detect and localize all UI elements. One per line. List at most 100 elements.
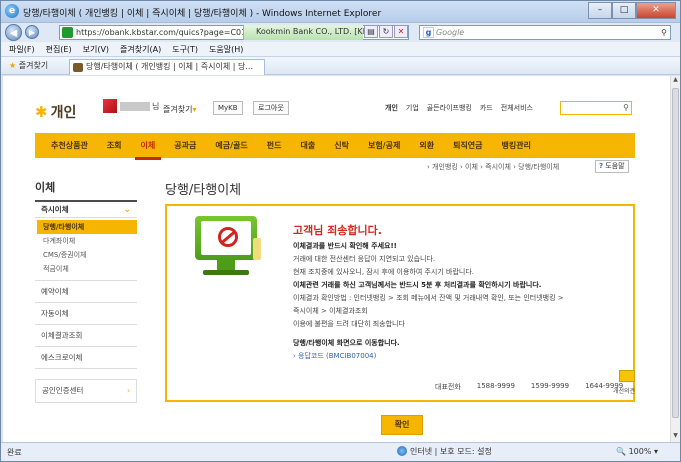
search-icon[interactable]: ⚲ [623, 103, 629, 112]
refresh-icon[interactable]: ↻ [379, 25, 393, 38]
minimize-button[interactable]: – [588, 2, 612, 19]
status-text: 완료 [7, 448, 22, 457]
top-nav: 개인 기업 골든라이프뱅킹 카드 전체서비스 [385, 103, 541, 113]
browser-tab[interactable]: 당행/타행이체 ( 개인뱅킹 | 이체 | 즉시이체 | 당... [69, 59, 265, 75]
topnav-personal[interactable]: 개인 [385, 103, 398, 113]
lnb-item-result[interactable]: 이체결과조회 [35, 325, 137, 347]
scroll-thumb[interactable] [672, 88, 679, 418]
zoom-level[interactable]: 🔍 100% ▾ [616, 447, 658, 456]
gnb-recommended[interactable]: 추천상품관 [51, 140, 88, 151]
help-button[interactable]: ? 도움말 [595, 160, 629, 173]
ie-logo-icon: e [5, 4, 19, 18]
favorites-bar: ★ 즐겨찾기 당행/타행이체 ( 개인뱅킹 | 이체 | 즉시이체 | 당... [1, 57, 680, 75]
search-input[interactable]: g Google ⚲ [419, 25, 671, 40]
logout-button[interactable]: 로그아웃 [253, 101, 289, 115]
favorites-button[interactable]: ★ 즐겨찾기 [9, 60, 48, 71]
lnb-item-auto[interactable]: 자동이체 [35, 303, 137, 325]
gnb-deposit-gold[interactable]: 예금/골드 [215, 140, 247, 151]
error-line: 거래에 대한 전산센터 응답이 지연되고 있습니다. [293, 255, 436, 263]
gnb-inquiry[interactable]: 조회 [107, 140, 122, 151]
gnb-transfer[interactable]: 이체 [134, 140, 161, 160]
error-line: 현재 조치중에 있사오니, 잠시 후에 이용하여 주시기 바랍니다. [293, 268, 475, 276]
tab-title: 당행/타행이체 ( 개인뱅킹 | 이체 | 즉시이체 | 당... [86, 62, 253, 71]
error-box: 고객님 죄송합니다. 이체결과를 반드시 확인해 주세요!! 거래에 대한 전산… [165, 204, 635, 402]
lnb-sub-multi-account[interactable]: 다계좌이체 [37, 234, 137, 248]
certificate-badge[interactable]: Kookmin Bank CO., LTD. [KR] [243, 25, 371, 40]
status-bar: 완료 인터넷 | 보호 모드: 설정 🔍 100% ▾ [1, 442, 680, 461]
scroll-down-icon[interactable]: ▼ [671, 432, 680, 442]
site-favicon-icon [73, 63, 83, 72]
lnb-sub-same-other-bank[interactable]: 당행/타행이체 [37, 220, 137, 234]
avatar [103, 99, 117, 113]
globe-icon [397, 446, 407, 456]
confirm-button[interactable]: 확인 [381, 415, 423, 435]
page-viewport: ✱ 개인 님 즐겨찾기▾ MyKB 로그아웃 개인 기업 골든라이프뱅킹 카드 전… [3, 76, 670, 442]
site-search-input[interactable]: ⚲ [560, 101, 632, 115]
topnav-all-services[interactable]: 전체서비스 [501, 103, 533, 113]
help-label: 도움말 [605, 162, 625, 170]
phone-label: 대표전화 [435, 383, 461, 391]
kb-logo[interactable]: ✱ 개인 [35, 102, 76, 122]
monitor-base [203, 270, 249, 275]
lnb-sub-savings[interactable]: 적금이체 [37, 262, 137, 276]
page-title: 당행/타행이체 [165, 183, 242, 198]
topnav-card[interactable]: 카드 [480, 103, 493, 113]
menu-tools[interactable]: 도구(T) [172, 44, 198, 55]
secure-lock-icon [62, 27, 73, 38]
lnb-sub-cms-securities[interactable]: CMS/증권이체 [37, 248, 137, 262]
topnav-business[interactable]: 기업 [406, 103, 419, 113]
forward-button[interactable]: ▶ [25, 25, 39, 39]
feedback-label[interactable]: 개선의견 [613, 386, 635, 395]
zone-label: 인터넷 | 보호 모드: 설정 [410, 447, 492, 456]
gnb-forex[interactable]: 외환 [419, 140, 434, 151]
prohibited-icon [218, 227, 238, 247]
fav-link-label: 즐겨찾기 [163, 105, 193, 114]
logo-text: 개인 [50, 105, 77, 121]
kb-star-icon: ✱ [35, 103, 48, 121]
lnb-group-label: 즉시이체 [41, 205, 69, 214]
gnb-loan[interactable]: 대출 [300, 140, 315, 151]
help-icon: ? [599, 162, 604, 170]
lnb-group-instant[interactable]: 즉시이체 ⌄ [35, 200, 137, 218]
menu-favorites[interactable]: 즐겨찾기(A) [120, 44, 161, 55]
back-button[interactable]: ◀ [5, 24, 22, 41]
gnb-banking-mgmt[interactable]: 뱅킹관리 [502, 140, 531, 151]
gnb-utility[interactable]: 공과금 [174, 140, 196, 151]
fav-link[interactable]: 즐겨찾기▾ [163, 104, 196, 115]
gnb-trust[interactable]: 신탁 [334, 140, 349, 151]
maximize-button[interactable]: □ [612, 2, 636, 19]
search-icon[interactable]: ⚲ [661, 26, 667, 39]
lnb-item-escrow[interactable]: 에스크로이체 [35, 347, 137, 369]
chevron-down-icon: ⌄ [123, 205, 131, 215]
star-icon: ★ [9, 61, 17, 70]
vertical-scrollbar[interactable]: ▲ ▼ [670, 76, 680, 442]
side-nav: 즉시이체 ⌄ 당행/타행이체 다계좌이체 CMS/증권이체 적금이체 예약이체 자… [35, 200, 137, 403]
menu-bar: 파일(F) 편집(E) 보기(V) 즐겨찾기(A) 도구(T) 도움말(H) [1, 42, 680, 57]
chevron-right-icon: › [127, 386, 130, 395]
gnb-fund[interactable]: 펀드 [267, 140, 282, 151]
cert-center-label: 공인인증센터 [42, 386, 84, 395]
error-line: 즉시이체 > 이체결과조회 [293, 307, 368, 315]
menu-edit[interactable]: 편집(E) [46, 44, 72, 55]
scroll-up-icon[interactable]: ▲ [671, 76, 680, 86]
lnb-cert-center[interactable]: 공인인증센터 › [35, 379, 137, 403]
response-code: › 응답코드 (BMCIB07004) [293, 352, 377, 360]
lnb-item-reserved[interactable]: 예약이체 [35, 281, 137, 303]
compat-view-icon[interactable]: ▤ [364, 25, 378, 38]
gnb-pension[interactable]: 퇴직연금 [453, 140, 482, 151]
error-line: 이체결과를 반드시 확인해 주세요!! [293, 242, 397, 250]
stop-icon[interactable]: ✕ [394, 25, 408, 38]
menu-view[interactable]: 보기(V) [83, 44, 109, 55]
lnb-sub-list: 당행/타행이체 다계좌이체 CMS/증권이체 적금이체 [35, 218, 137, 281]
mykb-button[interactable]: MyKB [213, 101, 243, 115]
security-zone[interactable]: 인터넷 | 보호 모드: 설정 [397, 446, 492, 457]
title-bar: e 당행/타행이체 ( 개인뱅킹 | 이체 | 즉시이체 | 당행/타행이체 )… [1, 1, 680, 23]
favorites-label: 즐겨찾기 [18, 61, 49, 70]
breadcrumb: › 개인뱅킹 › 이체 › 즉시이체 › 당행/타행이체 [427, 163, 560, 171]
mail-icon[interactable] [619, 370, 635, 382]
topnav-golden-life[interactable]: 골든라이프뱅킹 [427, 103, 472, 113]
menu-help[interactable]: 도움말(H) [209, 44, 243, 55]
close-button[interactable]: ✕ [636, 2, 676, 19]
gnb-insurance[interactable]: 보험/공제 [368, 140, 400, 151]
menu-file[interactable]: 파일(F) [9, 44, 35, 55]
